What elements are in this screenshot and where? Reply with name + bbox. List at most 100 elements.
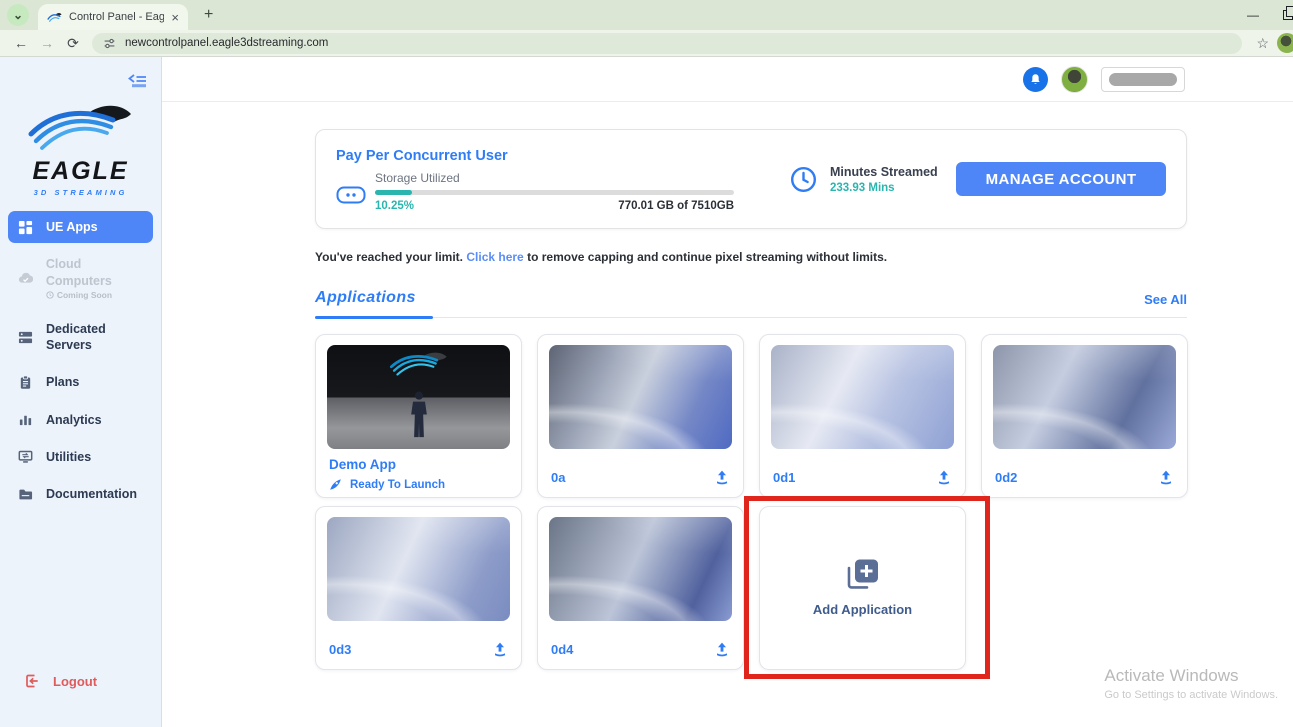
username-box[interactable] — [1101, 66, 1185, 92]
tab-close-icon[interactable]: × — [171, 11, 179, 24]
see-all-link[interactable]: See All — [1144, 292, 1187, 307]
app-shell: EAGLE 3D STREAMING UE Apps Cloud Compute… — [0, 57, 1293, 727]
upload-button[interactable] — [714, 641, 730, 657]
upload-button[interactable] — [1158, 469, 1174, 485]
plan-title: Pay Per Concurrent User — [336, 148, 508, 164]
sidebar-item-label: Dedicated Servers — [46, 321, 106, 352]
apps-grid-icon — [18, 220, 33, 234]
sidebar-item-analytics[interactable]: Analytics — [8, 404, 153, 436]
new-tab-button[interactable]: + — [204, 6, 213, 24]
watermark-line2: Go to Settings to activate Windows. — [1104, 689, 1278, 701]
manage-account-button[interactable]: MANAGE ACCOUNT — [956, 162, 1166, 196]
app-thumbnail — [549, 345, 732, 449]
clock-mini-icon — [46, 291, 54, 299]
app-thumbnail — [327, 345, 510, 449]
logo-subtitle: 3D STREAMING — [33, 188, 128, 197]
app-card-0d4[interactable]: 0d4 — [537, 506, 744, 670]
sidebar-item-label: Plans — [46, 375, 80, 390]
user-avatar[interactable] — [1061, 65, 1088, 93]
notice-prefix: You've reached your limit. — [315, 250, 464, 264]
add-application-card[interactable]: Add Application — [744, 496, 990, 679]
minutes-section: Minutes Streamed 233.93 Mins — [790, 165, 938, 194]
topbar — [162, 57, 1293, 102]
app-name: Demo App — [329, 457, 396, 472]
app-card-0a[interactable]: 0a — [537, 334, 744, 498]
sidebar-item-label: Cloud Computers — [45, 257, 112, 288]
applications-grid: Demo App Ready To Launch 0a 0d1 0d2 0d3 … — [315, 334, 1188, 679]
upload-button[interactable] — [714, 469, 730, 485]
app-card-demo[interactable]: Demo App Ready To Launch — [315, 334, 522, 498]
main-area: Pay Per Concurrent User Storage Utilized — [162, 57, 1293, 727]
folder-icon — [19, 489, 33, 499]
app-card-0d3[interactable]: 0d3 — [315, 506, 522, 670]
tab-title: Control Panel - Eagle — [69, 11, 165, 23]
url-text: newcontrolpanel.eagle3dstreaming.com — [125, 37, 329, 49]
sidebar-item-ue-apps[interactable]: UE Apps — [8, 211, 153, 244]
click-here-link[interactable]: Click here — [466, 250, 523, 264]
tab-search-button[interactable]: ⌄ — [7, 4, 29, 26]
eagle-logo: EAGLE 3D STREAMING — [23, 102, 139, 197]
app-name: 0d3 — [329, 641, 352, 657]
clock-icon — [790, 166, 817, 192]
browser-tab[interactable]: Control Panel - Eagle × — [38, 4, 188, 30]
app-name: 0d1 — [773, 469, 796, 485]
servers-icon — [18, 331, 33, 343]
billing-card: Pay Per Concurrent User Storage Utilized — [315, 129, 1187, 229]
restore-button[interactable] — [1283, 6, 1293, 20]
content: Pay Per Concurrent User Storage Utilized — [162, 102, 1293, 679]
reload-icon[interactable]: ⟳ — [60, 35, 86, 52]
upload-icon — [1161, 470, 1171, 485]
sidebar-item-dedicated-servers[interactable]: Dedicated Servers — [8, 313, 153, 362]
eagle-logo-icon — [28, 105, 131, 150]
notifications-button[interactable] — [1023, 66, 1048, 92]
app-thumbnail — [771, 345, 954, 449]
browser-profile-avatar[interactable] — [1277, 33, 1293, 53]
back-icon[interactable]: ← — [8, 35, 34, 51]
storage-section: Pay Per Concurrent User Storage Utilized — [336, 146, 734, 212]
upload-icon — [939, 470, 949, 485]
sidebar-collapse-button[interactable] — [128, 73, 147, 94]
app-status-label: Ready To Launch — [350, 478, 445, 491]
utilities-monitor-icon — [18, 451, 33, 464]
sidebar-item-utilities[interactable]: Utilities — [8, 441, 153, 473]
sidebar-item-plans[interactable]: Plans — [8, 366, 153, 398]
bookmark-star-icon[interactable]: ☆ — [1256, 35, 1269, 52]
browser-address-bar: ← → ⟳ newcontrolpanel.eagle3dstreaming.c… — [0, 30, 1293, 57]
upload-icon — [717, 470, 727, 485]
app-card-0d1[interactable]: 0d1 — [759, 334, 966, 498]
app-thumbnail — [993, 345, 1176, 449]
app-thumbnail — [327, 517, 510, 621]
upload-button[interactable] — [936, 469, 952, 485]
storage-detail: 770.01 GB of 7510GB — [618, 200, 734, 212]
window-controls: — — [1247, 0, 1293, 30]
minutes-label: Minutes Streamed — [830, 164, 938, 179]
limit-notice: You've reached your limit. Click here to… — [315, 250, 1187, 264]
clipboard-icon — [20, 375, 31, 389]
forward-icon[interactable]: → — [34, 35, 60, 51]
upload-button[interactable] — [492, 641, 508, 657]
applications-title-underline — [315, 316, 433, 319]
logout-button[interactable]: Logout — [0, 673, 161, 689]
app-card-0d2[interactable]: 0d2 — [981, 334, 1188, 498]
sidebar-item-documentation[interactable]: Documentation — [8, 478, 153, 510]
app-thumbnail — [549, 517, 732, 621]
applications-title: Applications — [315, 289, 416, 306]
applications-header: Applications See All — [315, 289, 1187, 319]
character-figure — [410, 391, 427, 438]
sidebar-item-label: Documentation — [46, 487, 137, 501]
storage-percent: 10.25% — [375, 200, 415, 212]
sidebar-item-label: UE Apps — [46, 220, 98, 234]
url-input[interactable]: newcontrolpanel.eagle3dstreaming.com — [92, 32, 1243, 54]
app-status: Ready To Launch — [329, 478, 508, 491]
watermark-line1: Activate Windows — [1104, 666, 1239, 685]
eagle-logo-mini-icon — [389, 352, 447, 376]
upload-icon — [717, 642, 727, 657]
add-application-icon — [847, 559, 878, 589]
app-name: 0a — [551, 469, 566, 485]
storage-progress-fill — [375, 190, 412, 195]
app-name: 0d4 — [551, 641, 574, 657]
bell-icon — [1031, 73, 1040, 84]
minimize-button[interactable]: — — [1247, 8, 1259, 22]
activate-windows-watermark: Activate Windows Go to Settings to activ… — [1104, 666, 1278, 701]
logout-label: Logout — [53, 673, 98, 689]
